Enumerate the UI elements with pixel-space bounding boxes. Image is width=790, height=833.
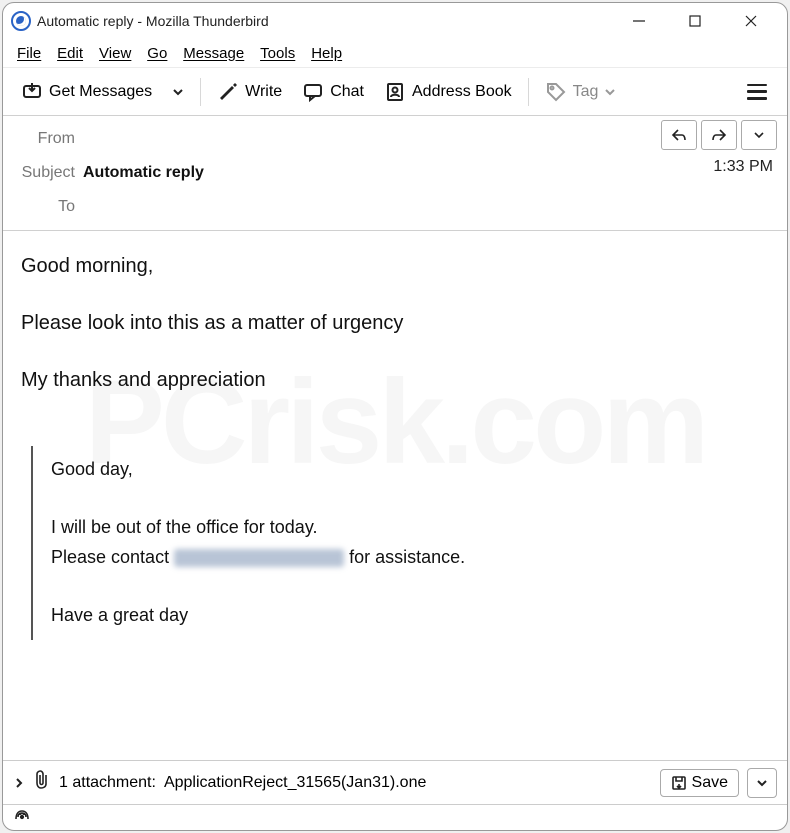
pencil-icon — [217, 81, 239, 103]
quote-line: Good day, — [51, 456, 769, 484]
redacted-contact — [174, 549, 344, 567]
tag-button[interactable]: Tag — [537, 75, 625, 109]
quote-line: Please contact for assistance. — [51, 544, 769, 572]
attachment-filename[interactable]: ApplicationReject_31565(Jan31).one — [164, 774, 426, 792]
forward-button[interactable] — [701, 120, 737, 150]
menu-tools[interactable]: Tools — [260, 45, 295, 62]
menu-go[interactable]: Go — [147, 45, 167, 62]
tag-icon — [545, 81, 567, 103]
address-book-icon — [384, 81, 406, 103]
subject-label: Subject — [13, 164, 83, 182]
attachment-count: 1 attachment: — [59, 774, 156, 792]
activity-icon — [13, 808, 31, 827]
menu-message[interactable]: Message — [183, 45, 244, 62]
address-book-button[interactable]: Address Book — [376, 75, 520, 109]
get-messages-dropdown[interactable] — [164, 80, 192, 104]
save-icon — [671, 775, 687, 791]
toolbar: Get Messages Write Chat Address Book Tag — [3, 67, 787, 115]
from-label: From — [13, 130, 83, 148]
chat-button[interactable]: Chat — [294, 75, 372, 109]
get-messages-button[interactable]: Get Messages — [13, 75, 160, 109]
more-actions-button[interactable] — [741, 120, 777, 150]
body-line: My thanks and appreciation — [21, 365, 769, 396]
quote-line: Have a great day — [51, 602, 769, 630]
address-book-label: Address Book — [412, 83, 512, 101]
menu-help[interactable]: Help — [311, 45, 342, 62]
message-body: Good morning, Please look into this as a… — [3, 231, 787, 760]
menubar: File Edit View Go Message Tools Help — [3, 39, 787, 67]
download-icon — [21, 81, 43, 103]
message-headers: From Subject Automatic reply To 1:33 PM — [3, 116, 787, 231]
attachment-bar: 1 attachment: ApplicationReject_31565(Ja… — [3, 760, 787, 804]
body-line: Good morning, — [21, 251, 769, 282]
thunderbird-icon — [11, 11, 31, 31]
save-attachment-button[interactable]: Save — [660, 769, 739, 797]
subject-value: Automatic reply — [83, 164, 204, 182]
status-bar — [3, 804, 787, 830]
minimize-button[interactable] — [611, 3, 667, 39]
get-messages-label: Get Messages — [49, 83, 152, 101]
quote-line: I will be out of the office for today. — [51, 514, 769, 542]
write-label: Write — [245, 83, 282, 101]
tag-label: Tag — [573, 83, 599, 101]
maximize-button[interactable] — [667, 3, 723, 39]
to-label: To — [13, 198, 83, 216]
chat-label: Chat — [330, 83, 364, 101]
menu-view[interactable]: View — [99, 45, 131, 62]
save-label: Save — [692, 774, 728, 792]
separator — [528, 78, 529, 106]
app-menu-button[interactable] — [747, 84, 767, 100]
chevron-right-icon[interactable] — [13, 777, 25, 789]
separator — [200, 78, 201, 106]
save-dropdown-button[interactable] — [747, 768, 777, 798]
quoted-message: Good day, I will be out of the office fo… — [31, 446, 769, 640]
write-button[interactable]: Write — [209, 75, 290, 109]
paperclip-icon — [33, 770, 51, 795]
message-time: 1:33 PM — [713, 158, 773, 176]
menu-edit[interactable]: Edit — [57, 45, 83, 62]
reply-button[interactable] — [661, 120, 697, 150]
chat-icon — [302, 81, 324, 103]
body-line: Please look into this as a matter of urg… — [21, 308, 769, 339]
app-window: Automatic reply - Mozilla Thunderbird Fi… — [2, 2, 788, 831]
window-title: Automatic reply - Mozilla Thunderbird — [37, 13, 269, 29]
close-button[interactable] — [723, 3, 779, 39]
titlebar: Automatic reply - Mozilla Thunderbird — [3, 3, 787, 39]
menu-file[interactable]: File — [17, 45, 41, 62]
